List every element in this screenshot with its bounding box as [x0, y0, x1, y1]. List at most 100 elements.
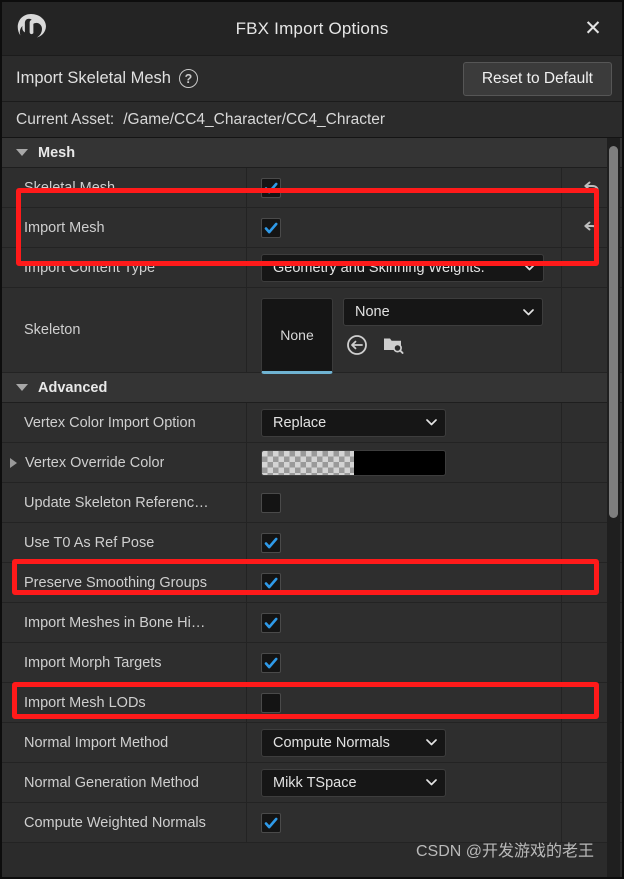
use-t0-as-ref-pose-checkbox[interactable]: [261, 532, 281, 553]
table-row: Import Content Type Geometry and Skinnin…: [2, 248, 622, 288]
property-value-cell: [247, 208, 562, 247]
triangle-down-icon: [16, 384, 28, 391]
property-name-cell: Import Mesh LODs: [2, 683, 247, 722]
help-question-icon[interactable]: ?: [178, 69, 198, 88]
property-label: Import Mesh LODs: [24, 694, 146, 711]
import-mesh-checkbox[interactable]: [261, 217, 281, 238]
category-label-mesh: Mesh: [38, 144, 76, 161]
color-solid: [353, 450, 445, 475]
skeleton-thumbnail[interactable]: None: [261, 298, 333, 374]
table-row: Preserve Smoothing Groups: [2, 563, 622, 603]
table-row: Import Morph Targets: [2, 643, 622, 683]
current-asset-path: /Game/CC4_Character/CC4_Chracter: [123, 110, 386, 128]
table-row: Use T0 As Ref Pose: [2, 523, 622, 563]
property-name-cell: Normal Import Method: [2, 723, 247, 762]
property-name-cell: Skeleton: [2, 288, 247, 372]
table-row: Skeleton None None: [2, 288, 622, 374]
table-row: Import Meshes in Bone Hi…: [2, 603, 622, 643]
skeletal-mesh-checkbox[interactable]: [261, 177, 281, 198]
import-mode-title: Import Skeletal Mesh: [16, 69, 171, 87]
property-name-cell: Vertex Override Color: [2, 443, 247, 482]
update-skeleton-reference-checkbox[interactable]: [261, 492, 281, 513]
property-value-cell: Mikk TSpace: [247, 763, 562, 802]
property-value-cell: [247, 483, 562, 522]
property-name-cell: Skeletal Mesh: [2, 168, 247, 207]
preserve-smoothing-groups-checkbox[interactable]: [261, 572, 281, 593]
table-row: Skeletal Mesh: [2, 168, 622, 208]
property-label: Preserve Smoothing Groups: [24, 574, 207, 591]
property-value-cell: [247, 803, 562, 842]
table-row: Import Mesh LODs: [2, 683, 622, 723]
chevron-down-icon: [426, 779, 437, 786]
chevron-down-icon: [426, 739, 437, 746]
property-name-cell: Vertex Color Import Option: [2, 403, 247, 442]
property-value-cell: [247, 523, 562, 562]
dropdown-value: Replace: [273, 414, 327, 431]
scrollbar-thumb[interactable]: [609, 146, 618, 518]
subheader-bar: Import Skeletal Mesh ? Reset to Default: [2, 56, 622, 102]
compute-weighted-normals-checkbox[interactable]: [261, 812, 281, 833]
dropdown-value: Geometry and Skinning Weights.: [273, 259, 485, 276]
import-meshes-in-bone-hierarchy-checkbox[interactable]: [261, 612, 281, 633]
undo-arrow-icon[interactable]: [581, 218, 603, 238]
property-label: Use T0 As Ref Pose: [24, 534, 155, 551]
triangle-down-icon: [16, 149, 28, 156]
property-label: Update Skeleton Referenc…: [24, 494, 209, 511]
table-row: Import Mesh: [2, 208, 622, 248]
property-name-cell: Compute Weighted Normals: [2, 803, 247, 842]
property-name-cell: Import Meshes in Bone Hi…: [2, 603, 247, 642]
dropdown-value: None: [355, 304, 390, 320]
normal-import-method-dropdown[interactable]: Compute Normals: [261, 728, 446, 757]
property-name-cell: Import Content Type: [2, 248, 247, 287]
import-mesh-lods-checkbox[interactable]: [261, 692, 281, 713]
vertex-override-color-swatch[interactable]: [261, 449, 446, 476]
property-label: Import Mesh: [24, 219, 105, 236]
dropdown-value: Compute Normals: [273, 734, 390, 751]
property-list: Mesh Skeletal Mesh Import Mesh Import Co…: [2, 138, 622, 877]
chevron-down-icon: [524, 264, 535, 271]
property-name-cell: Import Mesh: [2, 208, 247, 247]
property-label: Import Meshes in Bone Hi…: [24, 614, 206, 631]
property-value-cell: [247, 443, 562, 482]
property-label: Compute Weighted Normals: [24, 814, 206, 831]
skeleton-asset-dropdown[interactable]: None: [343, 298, 543, 326]
unreal-engine-logo: [8, 6, 54, 52]
property-label: Vertex Override Color: [25, 454, 165, 471]
property-value-cell: Compute Normals: [247, 723, 562, 762]
property-value-cell: Replace: [247, 403, 562, 442]
dropdown-value: Mikk TSpace: [273, 774, 357, 791]
table-row: Normal Import Method Compute Normals: [2, 723, 622, 763]
browse-to-asset-icon[interactable]: [381, 333, 405, 357]
import-content-type-dropdown[interactable]: Geometry and Skinning Weights.: [261, 253, 544, 282]
category-header-mesh[interactable]: Mesh: [2, 138, 622, 168]
asset-action-icons: [343, 333, 543, 357]
property-label: Import Morph Targets: [24, 654, 162, 671]
property-name-cell: Normal Generation Method: [2, 763, 247, 802]
chevron-down-icon: [426, 419, 437, 426]
vertex-color-import-option-dropdown[interactable]: Replace: [261, 408, 446, 437]
vertical-scrollbar[interactable]: [607, 138, 620, 877]
property-label: Vertex Color Import Option: [24, 414, 196, 431]
fbx-import-options-window: FBX Import Options ✕ Import Skeletal Mes…: [0, 0, 624, 879]
alpha-checker: [262, 450, 354, 475]
table-row: Vertex Override Color: [2, 443, 622, 483]
skeleton-asset-picker: None: [343, 298, 543, 357]
table-row: Vertex Color Import Option Replace: [2, 403, 622, 443]
reset-to-default-button[interactable]: Reset to Default: [462, 61, 612, 96]
undo-arrow-icon[interactable]: [581, 178, 603, 198]
triangle-right-icon[interactable]: [10, 457, 17, 468]
property-label: Skeleton: [24, 322, 81, 338]
property-label: Normal Import Method: [24, 734, 169, 751]
normal-generation-method-dropdown[interactable]: Mikk TSpace: [261, 768, 446, 797]
import-morph-targets-checkbox[interactable]: [261, 652, 281, 673]
property-label: Import Content Type: [24, 259, 156, 276]
property-value-cell: [247, 683, 562, 722]
category-header-advanced[interactable]: Advanced: [2, 373, 622, 403]
category-label-advanced: Advanced: [38, 379, 108, 396]
close-icon[interactable]: ✕: [578, 14, 608, 44]
title-bar: FBX Import Options ✕: [2, 2, 622, 56]
property-name-cell: Use T0 As Ref Pose: [2, 523, 247, 562]
property-label: Skeletal Mesh: [24, 179, 116, 196]
property-value-cell: None None: [247, 288, 562, 374]
use-selected-asset-icon[interactable]: [345, 333, 369, 357]
